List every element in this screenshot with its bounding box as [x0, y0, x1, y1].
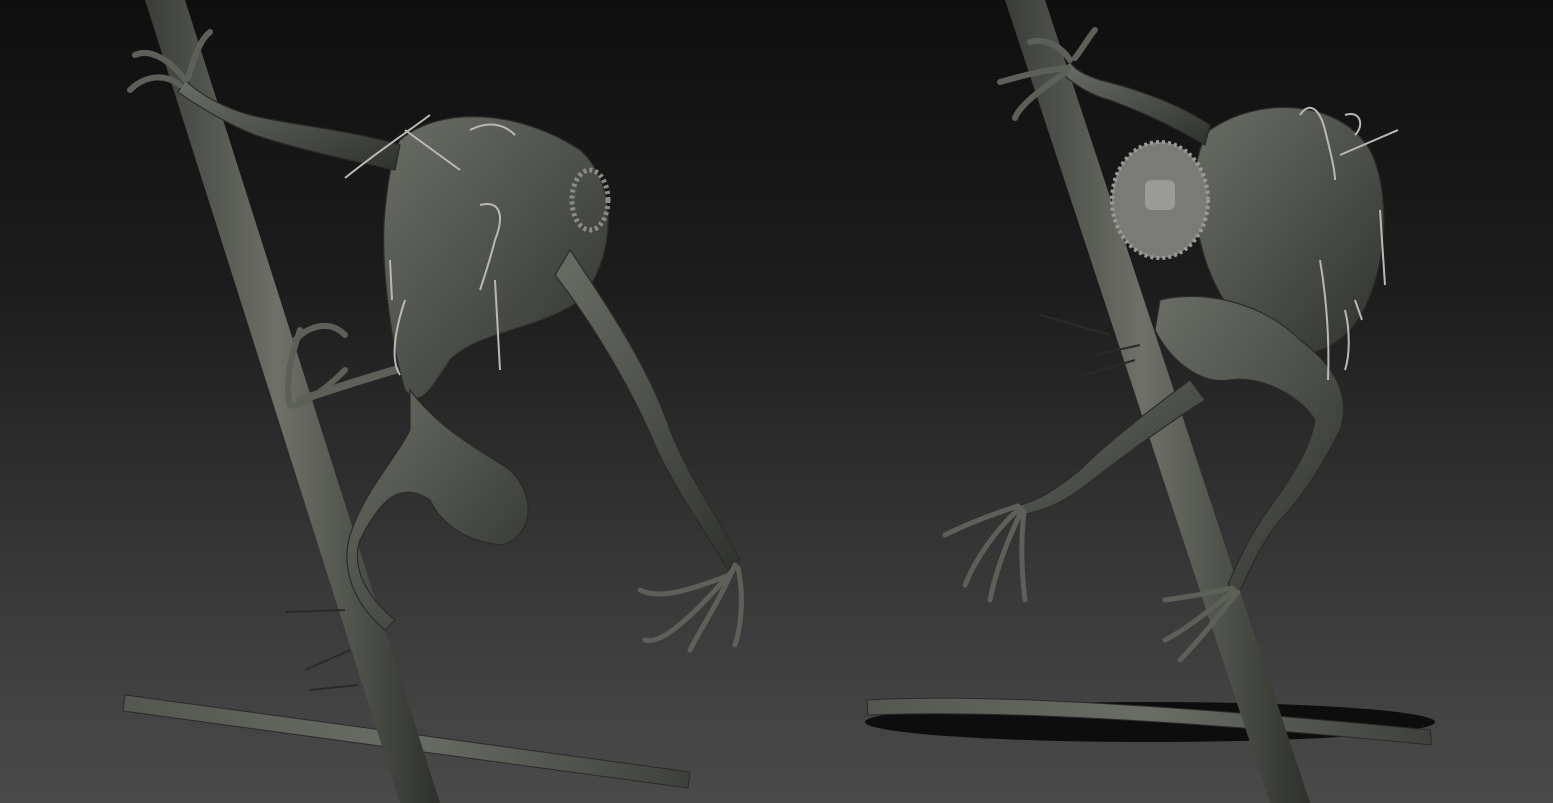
sculpt-viewport	[0, 0, 1553, 803]
sculpt-render	[122, 0, 1435, 803]
left-view	[122, 0, 744, 803]
left-pole	[145, 0, 440, 803]
right-creature	[942, 27, 1385, 663]
right-gear-mechanism	[1110, 140, 1210, 260]
right-view	[865, 0, 1435, 803]
